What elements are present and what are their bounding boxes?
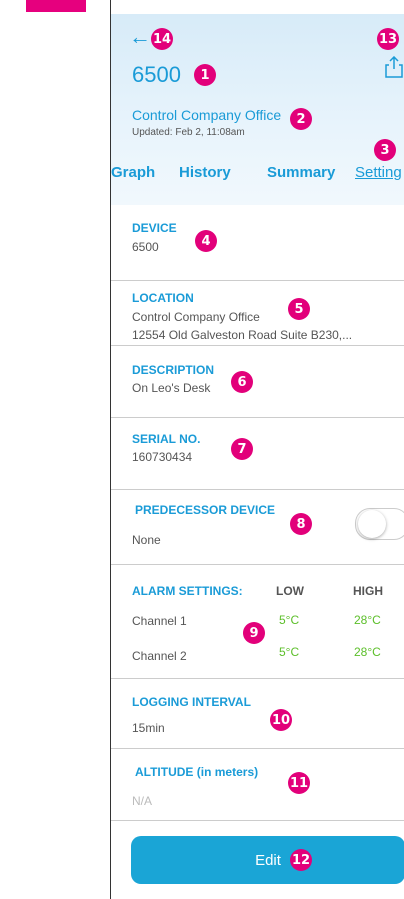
- serial-value: 160730434: [132, 450, 193, 464]
- annotation-badge-1: 1: [194, 64, 216, 86]
- annotation-badge-13: 13: [377, 28, 399, 50]
- serial-label: SERIAL NO.: [132, 432, 201, 446]
- channel-2-high: 28°C: [354, 645, 381, 659]
- channel-1-name: Channel 1: [132, 614, 187, 628]
- device-title: 6500: [132, 62, 181, 87]
- description-row[interactable]: DESCRIPTION On Leo's Desk: [111, 345, 404, 418]
- annotation-badge-8: 8: [290, 513, 312, 535]
- alarm-label: ALARM SETTINGS:: [132, 584, 243, 598]
- location-link[interactable]: Control Company Office: [132, 107, 281, 123]
- device-row: DEVICE 6500: [111, 205, 404, 281]
- location-line1: Control Company Office: [132, 310, 260, 324]
- back-arrow-icon[interactable]: ←: [129, 26, 151, 48]
- annotation-badge-2: 2: [290, 108, 312, 130]
- annotation-badge-9: 9: [243, 622, 265, 644]
- updated-timestamp: Updated: Feb 2, 11:08am: [132, 127, 245, 138]
- predecessor-value: None: [132, 533, 161, 547]
- annotation-badge-11: 11: [288, 772, 310, 794]
- altitude-value: N/A: [132, 794, 153, 808]
- tab-summary[interactable]: Summary: [267, 164, 335, 181]
- annotation-badge-12: 12: [290, 849, 312, 871]
- tab-setting[interactable]: Setting: [355, 164, 402, 181]
- channel-1-high: 28°C: [354, 613, 381, 627]
- tab-history[interactable]: History: [179, 164, 231, 181]
- altitude-row[interactable]: ALTITUDE (in meters) N/A: [111, 748, 404, 821]
- alarm-settings-row[interactable]: ALARM SETTINGS: LOW HIGH Channel 1 5°C 2…: [111, 564, 404, 679]
- annotation-tab: [26, 0, 86, 12]
- channel-2-low: 5°C: [279, 645, 300, 659]
- device-label: DEVICE: [132, 221, 177, 235]
- annotation-badge-6: 6: [231, 371, 253, 393]
- toggle-knob: [358, 510, 386, 538]
- logging-label: LOGGING INTERVAL: [132, 695, 251, 709]
- edit-button[interactable]: Edit: [131, 836, 404, 884]
- channel-2-name: Channel 2: [132, 649, 187, 663]
- description-value: On Leo's Desk: [132, 381, 211, 395]
- predecessor-toggle[interactable]: [355, 508, 404, 540]
- location-row[interactable]: LOCATION Control Company Office 12554 Ol…: [111, 280, 404, 346]
- low-header: LOW: [276, 584, 304, 598]
- altitude-label: ALTITUDE (in meters): [135, 765, 259, 779]
- channel-1-low: 5°C: [279, 613, 300, 627]
- predecessor-label: PREDECESSOR DEVICE: [135, 503, 276, 517]
- edit-button-label: Edit: [255, 851, 281, 869]
- tab-graph[interactable]: Graph: [111, 164, 155, 181]
- high-header: HIGH: [353, 584, 383, 598]
- logging-interval-row[interactable]: LOGGING INTERVAL 15min: [111, 678, 404, 749]
- annotation-badge-14: 14: [151, 28, 173, 50]
- device-value: 6500: [132, 240, 159, 254]
- location-line2: 12554 Old Galveston Road Suite B230,...: [132, 328, 353, 342]
- location-label: LOCATION: [132, 291, 194, 305]
- annotation-badge-10: 10: [270, 709, 292, 731]
- description-label: DESCRIPTION: [132, 363, 215, 377]
- annotation-badge-4: 4: [195, 230, 217, 252]
- annotation-badge-5: 5: [288, 298, 310, 320]
- annotation-badge-3: 3: [374, 139, 396, 161]
- share-icon[interactable]: [385, 56, 403, 78]
- phone-screen: ← 6500 Control Company Office Updated: F…: [110, 0, 404, 899]
- serial-row: SERIAL NO. 160730434: [111, 417, 404, 490]
- annotation-badge-7: 7: [231, 438, 253, 460]
- logging-value: 15min: [132, 721, 165, 735]
